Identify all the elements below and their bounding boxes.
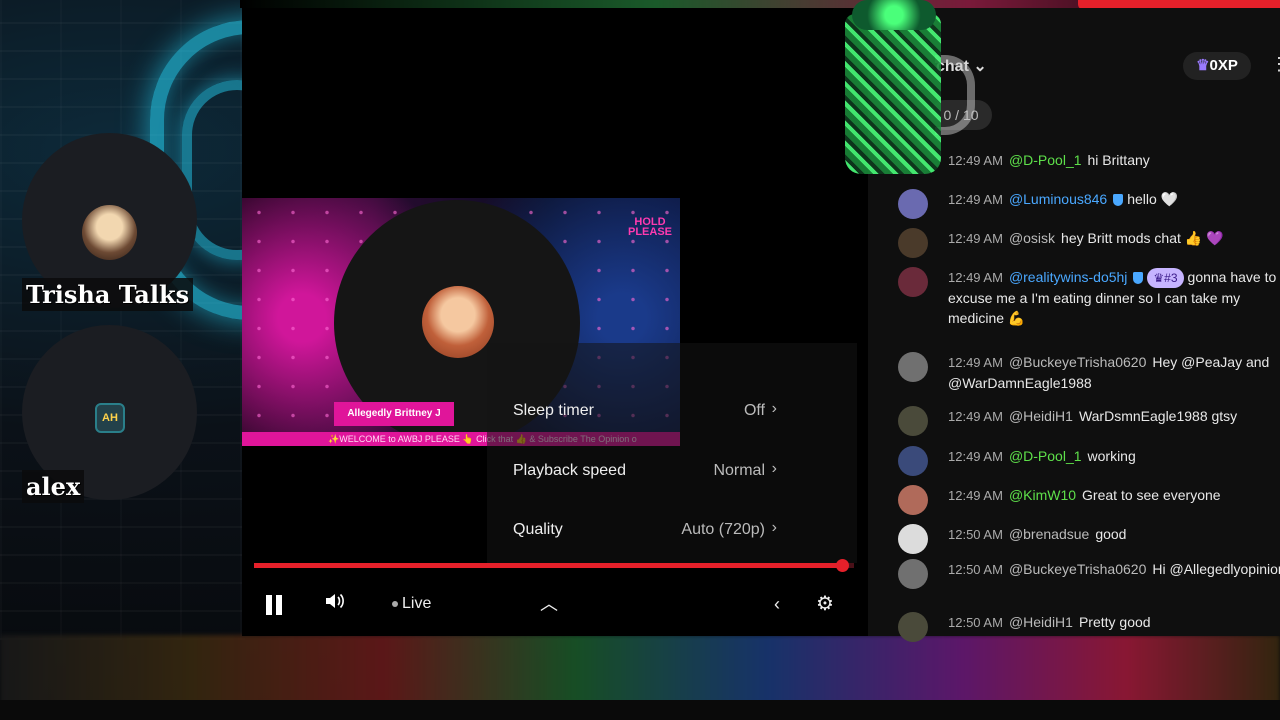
message-text: Great to see everyone — [1082, 487, 1221, 503]
avatar[interactable] — [898, 189, 928, 219]
menu-item-sleep-timer[interactable]: Sleep timer Off › — [513, 396, 777, 426]
message-username[interactable]: @brenadsue — [1009, 526, 1089, 542]
gear-icon[interactable]: ⚙ — [816, 591, 834, 617]
message-username[interactable]: @Luminous846 — [1009, 191, 1107, 207]
chevron-right-icon: › — [771, 460, 777, 477]
message-username[interactable]: @D-Pool_1 — [1009, 448, 1082, 464]
menu-item-value: Auto (720p) — [681, 521, 765, 538]
chat-message-body: 12:50 AM @brenadsue good — [948, 524, 1280, 545]
message-text: WarDsmnEagle1988 gtsy — [1078, 408, 1238, 424]
live-label: Live — [402, 595, 432, 612]
avatar — [82, 205, 137, 260]
chevron-right-icon: › — [771, 400, 777, 417]
avatar[interactable] — [898, 406, 928, 436]
message-username[interactable]: @BuckeyeTrisha0620 — [1009, 354, 1146, 370]
avatar[interactable] — [898, 485, 928, 515]
chevron-right-icon: › — [771, 519, 777, 536]
message-username[interactable]: @HeidiH1 — [1009, 614, 1073, 630]
streamer-name-tag: Allegedly Brittney J — [334, 402, 454, 426]
pause-button[interactable] — [266, 591, 288, 617]
chat-message-body: 12:49 AM @D-Pool_1 hi Brittany — [948, 150, 1280, 171]
chat-message-body: 12:50 AM @BuckeyeTrisha0620 Hi @Allegedlyo… — [948, 559, 1280, 580]
live-dot-icon — [392, 600, 398, 607]
message-text: hello 🤍 — [1127, 191, 1179, 207]
screen: { "participants": [ {"name": "Trisha Tal… — [0, 0, 1280, 720]
message-time: 12:49 AM — [948, 488, 1003, 503]
message-time: 12:49 AM — [948, 355, 1003, 370]
avatar[interactable] — [898, 228, 928, 258]
streamer-avatar — [422, 286, 494, 358]
message-time: 12:50 AM — [948, 562, 1003, 577]
message-time: 12:49 AM — [948, 449, 1003, 464]
message-time: 12:49 AM — [948, 409, 1003, 424]
avatar[interactable] — [898, 612, 928, 642]
crown-icon: ♛ — [1196, 57, 1210, 74]
message-text: working — [1087, 448, 1136, 464]
message-text: Hi @Allegedlyopinion — [1152, 561, 1280, 577]
avatar[interactable] — [898, 524, 928, 554]
message-username[interactable]: @realitywins-do5hj — [1009, 269, 1127, 285]
chat-message-body: 12:49 AM @D-Pool_1 working — [948, 446, 1280, 467]
chevron-left-icon[interactable]: ‹ — [774, 591, 780, 617]
avatar[interactable] — [898, 267, 928, 297]
chat-message-body: 12:50 AM @HeidiH1 Pretty good — [948, 612, 1280, 633]
menu-item-value: Off — [743, 402, 765, 419]
floor-shadow — [0, 700, 1280, 720]
progress-handle[interactable] — [836, 559, 849, 572]
message-time: 12:49 AM — [948, 192, 1003, 207]
avatar[interactable] — [898, 559, 928, 589]
chevron-up-icon[interactable]: ︿ — [540, 591, 558, 617]
xp-value: 0XP — [1209, 57, 1238, 74]
menu-item-label: Playback speed — [513, 462, 626, 479]
message-text: hi Brittany — [1087, 152, 1150, 168]
rank-badge: ♛#3 — [1147, 268, 1184, 288]
menu-item-label: Quality — [513, 521, 563, 538]
chat-message-body: 12:49 AM @KimW10 Great to see everyone — [948, 485, 1280, 506]
participant-name: alex — [22, 470, 85, 503]
progress-fill — [254, 563, 842, 568]
message-text: hey Britt mods chat 👍 💜 — [1061, 230, 1224, 246]
menu-item-quality[interactable]: Quality Auto (720p) › — [513, 515, 777, 545]
chat-message-body: 12:49 AM @osisk hey Britt mods chat 👍 💜 — [948, 228, 1280, 249]
message-username[interactable]: @D-Pool_1 — [1009, 152, 1082, 168]
verified-shield-icon — [1113, 194, 1124, 207]
menu-item-label: Sleep timer — [513, 402, 594, 419]
avatar[interactable] — [898, 352, 928, 382]
hold-please-sign: HOLD PLEASE — [627, 216, 672, 238]
message-username[interactable]: @HeidiH1 — [1009, 408, 1073, 424]
live-indicator[interactable]: Live — [392, 591, 431, 617]
menu-item-playback-speed[interactable]: Playback speed Normal › — [513, 456, 777, 486]
chat-message-body: 12:49 AM @Luminous846 hello 🤍 — [948, 189, 1280, 210]
message-text: Pretty good — [1078, 614, 1151, 630]
message-time: 12:49 AM — [948, 231, 1003, 246]
menu-item-value: Normal — [713, 462, 765, 479]
message-username[interactable]: @BuckeyeTrisha0620 — [1009, 561, 1146, 577]
more-options-icon[interactable]: ⋮ — [1270, 54, 1280, 75]
message-time: 12:50 AM — [948, 527, 1003, 542]
avatar: AH — [95, 403, 125, 433]
message-time: 12:49 AM — [948, 153, 1003, 168]
settings-menu: Sleep timer Off › Playback speed Normal … — [487, 343, 857, 563]
chat-message-body: 12:49 AM @BuckeyeTrisha0620 Hey @PeaJay an… — [948, 352, 1280, 393]
chat-message-body: 12:49 AM @realitywins-do5hj ♛#3 gonna have … — [948, 267, 1280, 328]
chat-message-body: 12:49 AM @HeidiH1 WarDsmnEagle1988 gtsy — [948, 406, 1280, 427]
video-player[interactable]: HOLD PLEASE Allegedly Brittney J ✨WELCOM… — [242, 8, 868, 636]
avatar[interactable] — [898, 446, 928, 476]
beer-mug-handle — [935, 55, 975, 135]
verified-shield-icon — [1133, 272, 1144, 285]
chevron-down-icon: ⌄ — [973, 58, 987, 75]
message-time: 12:49 AM — [948, 270, 1003, 285]
xp-badge[interactable]: ♛0XP — [1183, 52, 1251, 80]
volume-icon[interactable] — [324, 591, 346, 617]
message-username[interactable]: @osisk — [1009, 230, 1055, 246]
progress-bar[interactable] — [254, 559, 854, 572]
beer-mug-foam — [852, 0, 936, 30]
message-text: good — [1095, 526, 1127, 542]
message-time: 12:50 AM — [948, 615, 1003, 630]
message-username[interactable]: @KimW10 — [1009, 487, 1076, 503]
beer-mug-overlay — [845, 14, 941, 174]
participant-name: Trisha Talks — [22, 278, 194, 311]
